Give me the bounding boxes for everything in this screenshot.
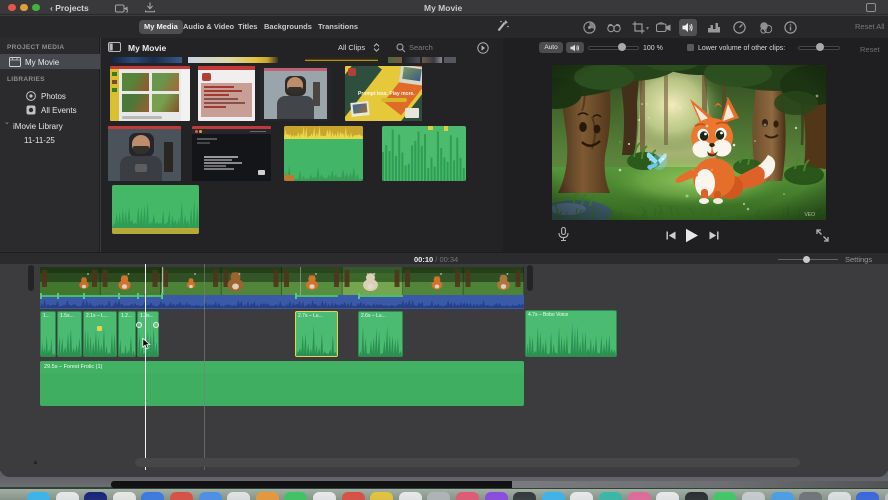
svg-text:VEO: VEO: [804, 212, 815, 218]
